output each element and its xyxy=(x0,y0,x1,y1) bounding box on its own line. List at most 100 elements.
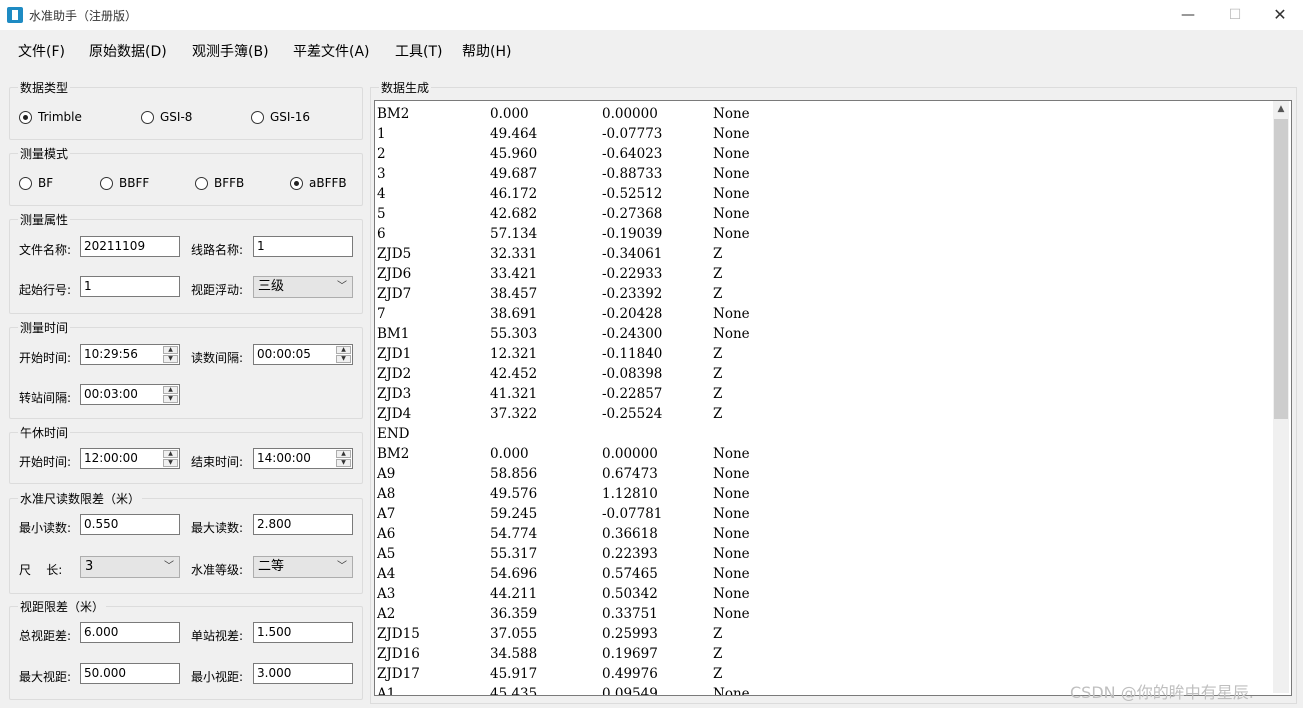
cell: 45.917 xyxy=(490,666,538,682)
sight-float-select[interactable]: 三级 ﹀ xyxy=(253,276,353,298)
max-read-input[interactable]: 2.800 xyxy=(253,514,353,535)
cell: -0.64023 xyxy=(602,146,663,162)
cell: 42.682 xyxy=(490,206,538,222)
spinner-value: 12:00:00 xyxy=(84,451,138,465)
scroll-thumb[interactable] xyxy=(1274,119,1288,419)
menu-field-book[interactable]: 观测手簿(B) xyxy=(192,41,269,61)
spin-down-icon[interactable]: ▼ xyxy=(163,355,178,363)
cell: None xyxy=(713,686,750,696)
window-title: 水准助手（注册版） xyxy=(29,9,138,23)
select-value: 二等 xyxy=(258,559,285,574)
transfer-interval-spinner[interactable]: 00:03:00 ▲ ▼ xyxy=(80,384,180,405)
read-interval-spinner[interactable]: 00:00:05 ▲ ▼ xyxy=(253,344,353,365)
min-read-label: 最小读数: xyxy=(19,521,72,535)
menu-adjustment[interactable]: 平差文件(A) xyxy=(293,41,370,61)
close-button[interactable]: ✕ xyxy=(1257,0,1303,30)
watermark: CSDN @你的眸中有星辰. xyxy=(1070,683,1254,702)
spin-down-icon[interactable]: ▼ xyxy=(336,355,351,363)
radio-label: Trimble xyxy=(38,110,82,124)
cell: 49.576 xyxy=(490,486,538,502)
cell: -0.24300 xyxy=(602,326,663,342)
spin-up-icon[interactable]: ▲ xyxy=(336,450,351,458)
station-sight-diff-input[interactable]: 1.500 xyxy=(253,622,353,643)
spinner-value: 00:03:00 xyxy=(84,387,138,401)
min-read-input[interactable]: 0.550 xyxy=(80,514,180,535)
menu-tools[interactable]: 工具(T) xyxy=(395,41,442,61)
menu-file[interactable]: 文件(F) xyxy=(18,41,65,61)
cell: -0.27368 xyxy=(602,206,663,222)
cell: 45.960 xyxy=(490,146,538,162)
file-name-input[interactable]: 20211109 xyxy=(80,236,180,257)
spinner-value: 10:29:56 xyxy=(84,347,138,361)
start-line-input[interactable]: 1 xyxy=(80,276,180,297)
select-value: 3 xyxy=(85,559,94,574)
cell: 49.464 xyxy=(490,126,538,142)
cell: A4 xyxy=(377,566,396,582)
total-sight-diff-input[interactable]: 6.000 xyxy=(80,622,180,643)
group-title: 视距限差（米） xyxy=(18,598,107,615)
cell: 0.50342 xyxy=(602,586,658,602)
cell: 0.000 xyxy=(490,106,529,122)
cell: None xyxy=(713,146,750,162)
cell: Z xyxy=(713,286,723,302)
menu-help[interactable]: 帮助(H) xyxy=(462,41,511,61)
spin-up-icon[interactable]: ▲ xyxy=(163,346,178,354)
cell: 55.317 xyxy=(490,546,538,562)
start-time-spinner[interactable]: 10:29:56 ▲ ▼ xyxy=(80,344,180,365)
data-listbox[interactable]: BM2 0.000 0.00000 None 1 49.464 -0.07773 None 2 4… xyxy=(374,100,1292,696)
cell: 38.457 xyxy=(490,286,538,302)
max-read-label: 最大读数: xyxy=(191,521,244,535)
cell: -0.23392 xyxy=(602,286,663,302)
spin-down-icon[interactable]: ▼ xyxy=(163,459,178,467)
cell: None xyxy=(713,126,750,142)
radio-bf[interactable]: BF xyxy=(19,176,53,190)
level-grade-select[interactable]: 二等 ﹀ xyxy=(253,556,353,578)
radio-trimble[interactable]: Trimble xyxy=(19,110,82,124)
spin-up-icon[interactable]: ▲ xyxy=(336,346,351,354)
cell: None xyxy=(713,186,750,202)
rod-length-select[interactable]: 3 ﹀ xyxy=(80,556,180,578)
cell: ZJD16 xyxy=(377,646,420,662)
cell: None xyxy=(713,606,750,622)
route-name-input[interactable]: 1 xyxy=(253,236,353,257)
level-grade-label: 水准等级: xyxy=(191,563,244,577)
minimize-button[interactable]: — xyxy=(1165,0,1211,30)
cell: 0.57465 xyxy=(602,566,658,582)
group-title: 水准尺读数限差（米） xyxy=(18,490,143,507)
max-sight-input[interactable]: 50.000 xyxy=(80,663,180,684)
group-title: 午休时间 xyxy=(18,424,71,441)
cell: 4 xyxy=(377,186,386,202)
lunch-start-spinner[interactable]: 12:00:00 ▲ ▼ xyxy=(80,448,180,469)
start-time-label: 开始时间: xyxy=(19,351,72,365)
cell: None xyxy=(713,206,750,222)
spin-up-icon[interactable]: ▲ xyxy=(163,450,178,458)
menu-raw-data[interactable]: 原始数据(D) xyxy=(89,41,167,61)
spin-down-icon[interactable]: ▼ xyxy=(163,395,178,403)
cell: 0.67473 xyxy=(602,466,658,482)
radio-bbff[interactable]: BBFF xyxy=(100,176,149,190)
vertical-scrollbar[interactable]: ▲ xyxy=(1273,101,1289,693)
lunch-end-spinner[interactable]: 14:00:00 ▲ ▼ xyxy=(253,448,353,469)
cell: 0.49976 xyxy=(602,666,658,682)
spin-up-icon[interactable]: ▲ xyxy=(163,386,178,394)
spin-down-icon[interactable]: ▼ xyxy=(336,459,351,467)
radio-gsi16[interactable]: GSI-16 xyxy=(251,110,310,124)
radio-abffb[interactable]: aBFFB xyxy=(290,176,347,190)
scroll-up-icon[interactable]: ▲ xyxy=(1273,101,1289,117)
min-sight-input[interactable]: 3.000 xyxy=(253,663,353,684)
cell: Z xyxy=(713,246,723,262)
cell: -0.52512 xyxy=(602,186,663,202)
radio-bffb[interactable]: BFFB xyxy=(195,176,244,190)
measure-mode-group: 测量模式 BF BBFF BFFB aBFFB xyxy=(9,145,363,206)
menu-bar: 文件(F) 原始数据(D) 观测手簿(B) 平差文件(A) 工具(T) 帮助(H… xyxy=(0,35,1303,65)
cell: Z xyxy=(713,646,723,662)
cell: None xyxy=(713,466,750,482)
cell: ZJD6 xyxy=(377,266,412,282)
cell: 12.321 xyxy=(490,346,538,362)
radio-gsi8[interactable]: GSI-8 xyxy=(141,110,192,124)
data-type-group: 数据类型 Trimble GSI-8 GSI-16 xyxy=(9,79,363,140)
maximize-button[interactable]: ☐ xyxy=(1212,0,1258,30)
route-name-label: 线路名称: xyxy=(191,243,244,257)
cell: 54.774 xyxy=(490,526,538,542)
title-bar: 水准助手（注册版） — ☐ ✕ xyxy=(0,0,1303,30)
